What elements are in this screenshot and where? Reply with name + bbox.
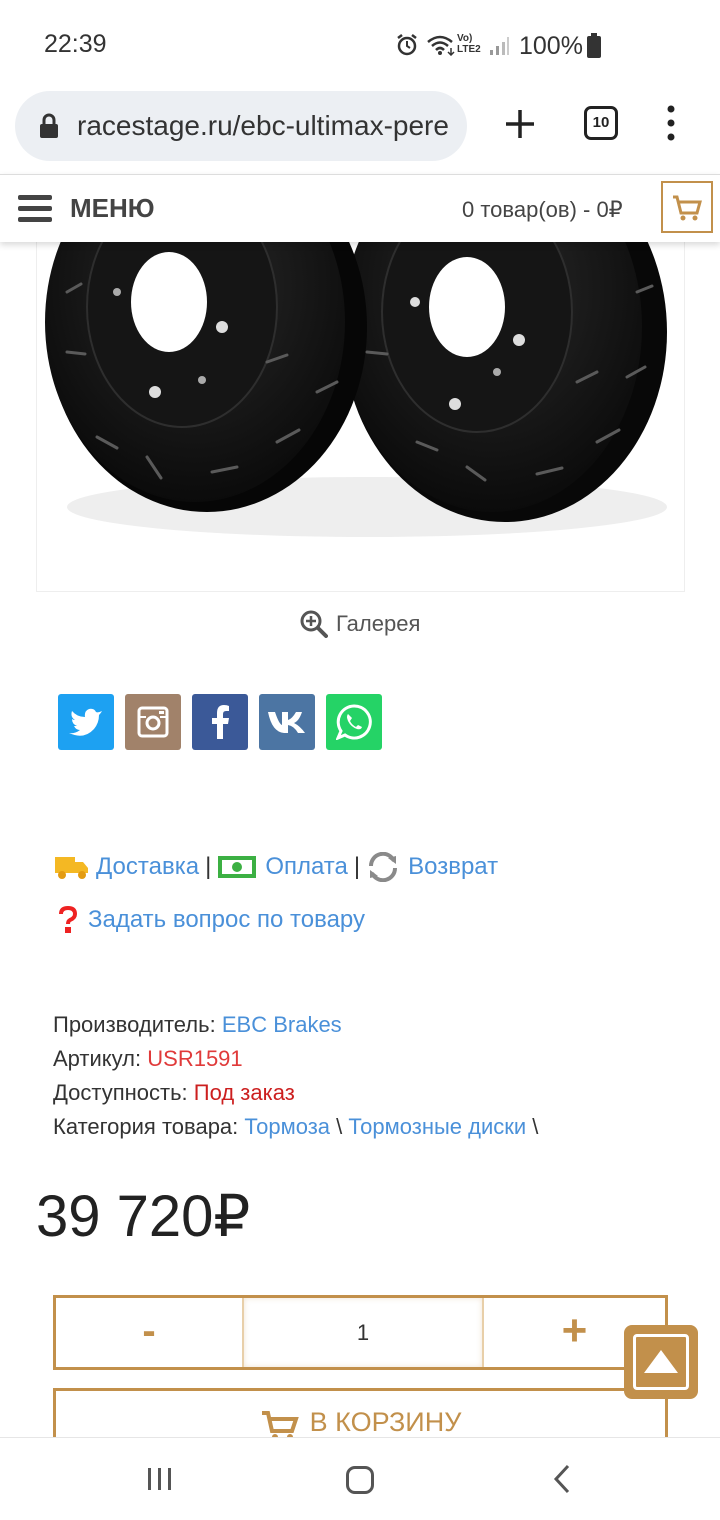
whatsapp-share-button[interactable] bbox=[326, 694, 382, 750]
cart-button[interactable] bbox=[661, 181, 713, 233]
availability-value: Под заказ bbox=[193, 1080, 295, 1105]
quantity-input[interactable]: 1 bbox=[242, 1298, 484, 1367]
product-specs: Производитель: EBC Brakes Артикул: USR15… bbox=[53, 1008, 538, 1144]
facebook-icon bbox=[212, 705, 229, 739]
gallery-label: Галерея bbox=[336, 611, 421, 636]
back-icon[interactable] bbox=[552, 1464, 572, 1494]
product-image[interactable] bbox=[36, 242, 685, 592]
category-separator: \ bbox=[336, 1114, 343, 1139]
plus-icon[interactable] bbox=[502, 106, 538, 142]
vk-share-button[interactable] bbox=[259, 694, 315, 750]
site-header: МЕНЮ 0 товар(ов) - 0₽ bbox=[0, 174, 720, 242]
whatsapp-icon bbox=[336, 704, 372, 740]
truck-icon bbox=[55, 857, 88, 879]
manufacturer-row: Производитель: EBC Brakes bbox=[53, 1008, 538, 1042]
vk-icon bbox=[268, 712, 305, 733]
facebook-share-button[interactable] bbox=[192, 694, 248, 750]
menu-button[interactable]: МЕНЮ bbox=[70, 193, 155, 224]
signal-icon bbox=[490, 37, 509, 55]
cart-icon bbox=[673, 195, 702, 221]
twitter-icon bbox=[69, 708, 102, 736]
sku-row: Артикул: USR1591 bbox=[53, 1042, 538, 1076]
brake-discs-image bbox=[45, 242, 667, 537]
category-separator: \ bbox=[532, 1114, 539, 1139]
hamburger-menu-icon[interactable] bbox=[18, 193, 52, 223]
social-share-row bbox=[58, 694, 382, 750]
system-nav-bar bbox=[0, 1437, 720, 1520]
product-price: 39 720₽ bbox=[36, 1184, 251, 1249]
scroll-to-top-button[interactable] bbox=[624, 1325, 698, 1399]
status-time: 22:39 bbox=[44, 30, 107, 58]
home-button[interactable] bbox=[346, 1466, 374, 1494]
battery-icon bbox=[587, 33, 601, 58]
wifi-icon bbox=[427, 35, 455, 56]
payment-link[interactable]: Оплата bbox=[265, 853, 348, 881]
cart-icon bbox=[261, 1411, 299, 1440]
address-bar[interactable]: racestage.ru/ebc-ultimax-pere bbox=[15, 91, 467, 161]
manufacturer-link[interactable]: EBC Brakes bbox=[222, 1012, 342, 1037]
info-links: Доставка | Оплата | Возврат bbox=[54, 852, 498, 882]
zoom-in-icon bbox=[300, 610, 328, 638]
manufacturer-label: Производитель: bbox=[53, 1012, 216, 1037]
availability-row: Доступность: Под заказ bbox=[53, 1076, 538, 1110]
returns-link[interactable]: Возврат bbox=[408, 853, 498, 881]
twitter-share-button[interactable] bbox=[58, 694, 114, 750]
refresh-icon bbox=[369, 852, 398, 882]
sku-value: USR1591 bbox=[147, 1046, 243, 1071]
recent-apps-icon[interactable] bbox=[146, 1466, 174, 1492]
category-link-brakes[interactable]: Тормоза bbox=[244, 1114, 330, 1139]
lock-icon bbox=[40, 113, 58, 138]
category-label: Категория товара: bbox=[53, 1114, 239, 1139]
tabs-counter-button[interactable]: 10 bbox=[584, 106, 618, 140]
delivery-link[interactable]: Доставка bbox=[96, 853, 199, 881]
separator: | bbox=[205, 853, 212, 880]
availability-label: Доступность: bbox=[53, 1080, 188, 1105]
gallery-link[interactable]: Галерея bbox=[300, 610, 420, 638]
quantity-stepper: - 1 + bbox=[53, 1295, 668, 1370]
cart-summary[interactable]: 0 товар(ов) - 0₽ bbox=[462, 197, 623, 223]
more-vert-icon[interactable] bbox=[660, 104, 682, 142]
url-text: racestage.ru/ebc-ultimax-pere bbox=[77, 110, 449, 141]
money-icon bbox=[218, 856, 257, 878]
alarm-icon bbox=[397, 34, 417, 56]
instagram-icon bbox=[137, 706, 169, 738]
sku-label: Артикул: bbox=[53, 1046, 142, 1071]
browser-toolbar: racestage.ru/ebc-ultimax-pere 10 bbox=[0, 88, 720, 174]
instagram-share-button[interactable] bbox=[125, 694, 181, 750]
status-bar: 22:39 Vo) LTE2 100% bbox=[0, 0, 720, 90]
question-icon bbox=[59, 906, 78, 933]
scroll-top-frame bbox=[633, 1334, 689, 1390]
ask-question-link[interactable]: Задать вопрос по товару bbox=[58, 906, 365, 934]
ask-question-label: Задать вопрос по товару bbox=[88, 906, 366, 933]
battery-percent: 100% bbox=[519, 32, 583, 60]
category-link-brake-discs[interactable]: Тормозные диски bbox=[348, 1114, 526, 1139]
quantity-decrement-button[interactable]: - bbox=[56, 1298, 242, 1367]
separator: | bbox=[353, 853, 361, 880]
arrow-up-icon bbox=[644, 1350, 678, 1373]
category-row: Категория товара: Тормоза \ Тормозные ди… bbox=[53, 1110, 538, 1144]
volte-label: Vo) LTE2 bbox=[457, 33, 481, 55]
